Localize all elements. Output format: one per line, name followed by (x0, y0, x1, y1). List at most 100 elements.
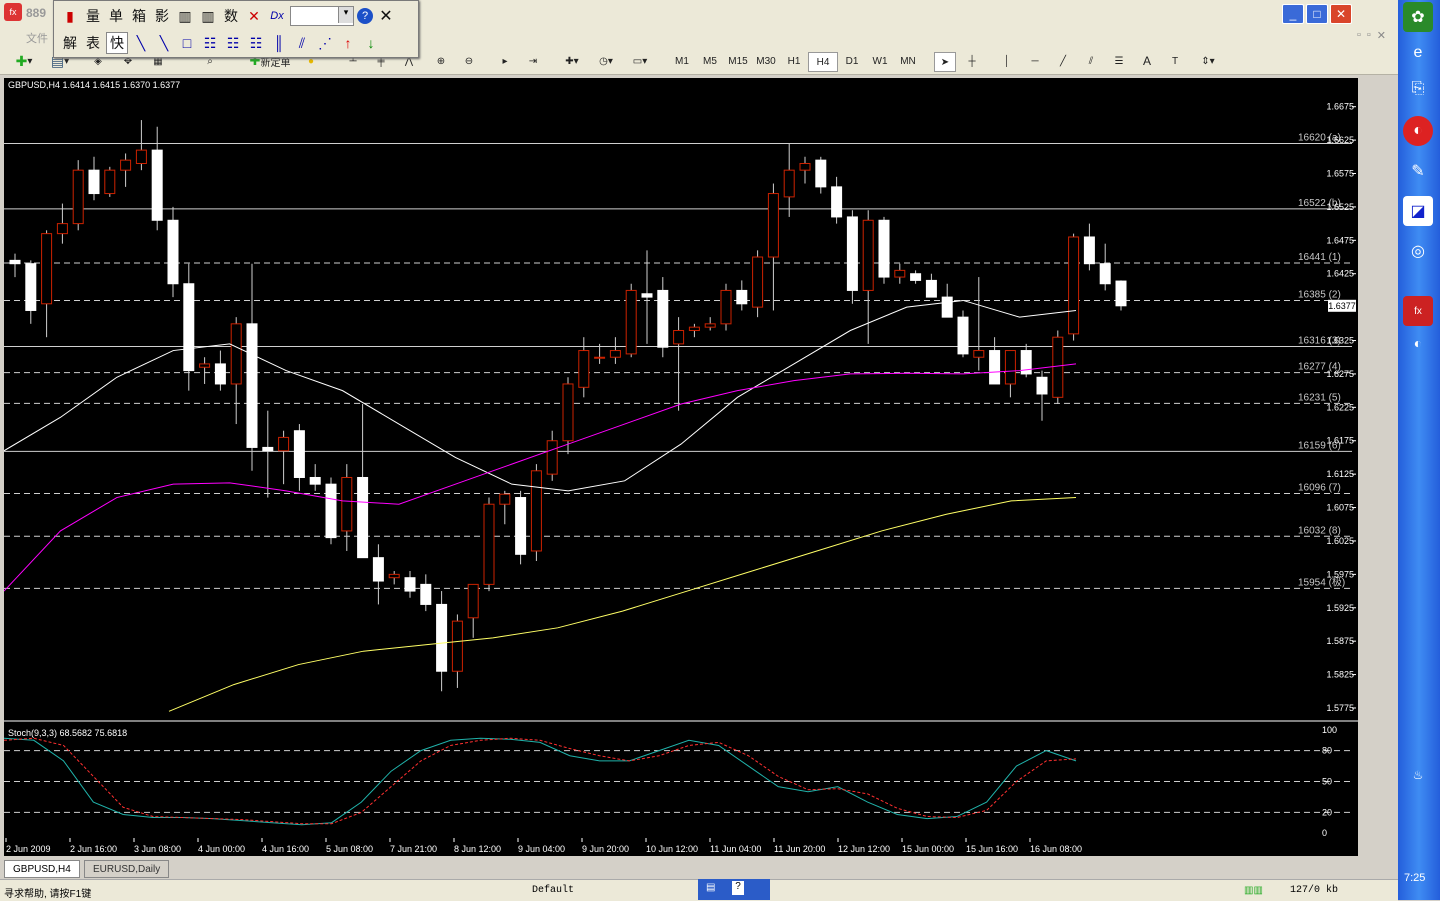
fb-btn-1[interactable]: 量 (83, 6, 103, 26)
periods-button[interactable]: ◷▾ (592, 52, 620, 70)
keyboard-icon[interactable]: ▤ (706, 882, 715, 893)
fb-btn-3[interactable]: 箱 (129, 6, 149, 26)
indicators-button[interactable]: ✚▾ (558, 52, 586, 70)
tf-h1[interactable]: H1 (780, 52, 808, 70)
fb-btn-7[interactable]: 表 (83, 33, 103, 53)
trendline-icon[interactable]: ╱ (1054, 52, 1072, 70)
help-circle-icon[interactable]: ? (357, 8, 373, 24)
horizontal-line-icon[interactable]: ─ (1026, 52, 1044, 70)
candle-body (120, 159, 132, 171)
status-profile: Default (532, 885, 575, 896)
templates-button[interactable]: ▭▾ (626, 52, 654, 70)
candle-body (104, 169, 116, 195)
ray-tool-icon[interactable]: ╲ (154, 33, 174, 53)
grid2-icon[interactable]: ▥ (198, 6, 218, 26)
vertical-line-icon[interactable]: │ (998, 52, 1016, 70)
chart-shift-icon[interactable]: ⇥ (524, 52, 542, 70)
app2-icon[interactable]: ◐ (1403, 116, 1433, 146)
price-tick-label: 1.6575 (1326, 169, 1354, 179)
autoscroll-icon[interactable]: ▸ (496, 52, 514, 70)
tf-m5[interactable]: M5 (696, 52, 724, 70)
tf-m30[interactable]: M30 (752, 52, 780, 70)
tf-w1[interactable]: W1 (866, 52, 894, 70)
timeframe-group: M1 M5 M15 M30 H1 H4 D1 W1 MN (668, 52, 922, 72)
maximize-button[interactable]: □ (1306, 4, 1328, 24)
grid-icon[interactable]: ▥ (175, 6, 195, 26)
fib2-tool-icon[interactable]: ☷ (223, 33, 243, 53)
start-icon[interactable]: ✿ (1403, 2, 1433, 32)
restore-icon[interactable]: ▫ (1367, 29, 1371, 42)
fb-btn-8[interactable]: 快 (106, 32, 128, 54)
dx-icon[interactable]: Dx (267, 6, 287, 26)
ime-bar[interactable]: ▤ ? (698, 879, 770, 900)
arrow-down-icon[interactable]: ↓ (361, 33, 381, 53)
app1-icon[interactable]: ⎘ (1403, 74, 1433, 104)
stoch-tick-label: 80 (1322, 746, 1332, 756)
menu-file[interactable]: 文件 (26, 30, 48, 46)
taskbar: ✿ e ⎘ ◐ ✎ ◪ ◎ fx ◐ ♨ 7:25 (1398, 0, 1440, 900)
zoom-in-icon[interactable]: ⊕ (432, 52, 450, 70)
tab-gbpusd[interactable]: GBPUSD,H4 (4, 860, 80, 878)
rect-tool-icon[interactable]: □ (177, 33, 197, 53)
cycle-tool-icon[interactable]: ║ (269, 33, 289, 53)
fib3-tool-icon[interactable]: ☷ (246, 33, 266, 53)
chart-area[interactable]: 16620 (a) 16522 (b) 16441 (1) 16385 (2) 1631… (4, 78, 1358, 856)
new-chart-button[interactable]: ✚ ▾ (8, 52, 40, 70)
fibonacci-icon[interactable]: ☰ (1110, 52, 1128, 70)
candle-body (594, 356, 606, 359)
line-tool-icon[interactable]: ╲ (131, 33, 151, 53)
candle-body (325, 483, 337, 539)
fan-tool-icon[interactable]: ⋰ (315, 33, 335, 53)
candles-icon[interactable]: ▮ (60, 6, 80, 26)
question-icon[interactable]: ? (732, 881, 744, 895)
close-chart-icon[interactable]: ✕ (1377, 29, 1386, 42)
app5-icon[interactable]: ◎ (1403, 236, 1433, 266)
candle-body (467, 583, 479, 619)
fb-btn-2[interactable]: 单 (106, 6, 126, 26)
fb-btn-4[interactable]: 影 (152, 6, 172, 26)
text-label-icon[interactable]: T (1166, 52, 1184, 70)
fib-tool-icon[interactable]: ☷ (200, 33, 220, 53)
close-button[interactable]: ✕ (1330, 4, 1352, 24)
channel-icon[interactable]: ⫽ (1082, 52, 1100, 70)
tray-icons[interactable]: ♨ (1403, 760, 1433, 790)
candle-body (641, 293, 653, 298)
price-chart[interactable]: 16620 (a)16522 (b)16441 (1)16385 (2)1631… (4, 78, 1358, 856)
close-toolbar-icon[interactable]: ✕ (376, 6, 396, 26)
cross-icon[interactable]: ✕ (244, 6, 264, 26)
task-mt-icon[interactable]: fx (1403, 296, 1433, 326)
tf-m15[interactable]: M15 (724, 52, 752, 70)
arrows-button[interactable]: ⇕▾ (1194, 52, 1222, 70)
fb-btn-6[interactable]: 解 (60, 33, 80, 53)
candle-body (41, 233, 53, 305)
time-label: 9 Jun 20:00 (582, 844, 629, 854)
help-icon[interactable]: ▫ (1357, 29, 1361, 42)
zoom-out-icon[interactable]: ⊖ (460, 52, 478, 70)
fb-btn-5[interactable]: 数 (221, 6, 241, 26)
crosshair-icon[interactable]: ┼ (962, 52, 982, 70)
ie-icon[interactable]: e (1403, 38, 1433, 68)
app4-icon[interactable]: ◪ (1403, 196, 1433, 226)
minimize-button[interactable]: _ (1282, 4, 1304, 24)
tab-eurusd[interactable]: EURUSD,Daily (84, 860, 170, 878)
time-label: 12 Jun 12:00 (838, 844, 890, 854)
price-tick-label: 1.6325 (1326, 336, 1354, 346)
cursor-icon[interactable]: ➤ (934, 52, 956, 72)
stoch-header: Stoch(9,3,3) 68.5682 75.6818 (8, 728, 128, 738)
color-select[interactable]: ▾ (290, 6, 354, 26)
candle-body (56, 223, 68, 235)
text-icon[interactable]: A (1138, 52, 1156, 70)
tf-mn[interactable]: MN (894, 52, 922, 70)
gann-tool-icon[interactable]: ⫽ (292, 33, 312, 53)
task-app-icon[interactable]: ◐ (1403, 328, 1433, 358)
candle-body (530, 470, 542, 552)
candle-body (799, 162, 811, 171)
tf-m1[interactable]: M1 (668, 52, 696, 70)
candle-body (989, 350, 1001, 385)
right-toolbar-icons: ▫ ▫ ✕ (1357, 29, 1386, 42)
tf-d1[interactable]: D1 (838, 52, 866, 70)
tf-h4[interactable]: H4 (808, 52, 838, 72)
app3-icon[interactable]: ✎ (1403, 156, 1433, 186)
arrow-up-icon[interactable]: ↑ (338, 33, 358, 53)
candle-body (1083, 236, 1095, 265)
